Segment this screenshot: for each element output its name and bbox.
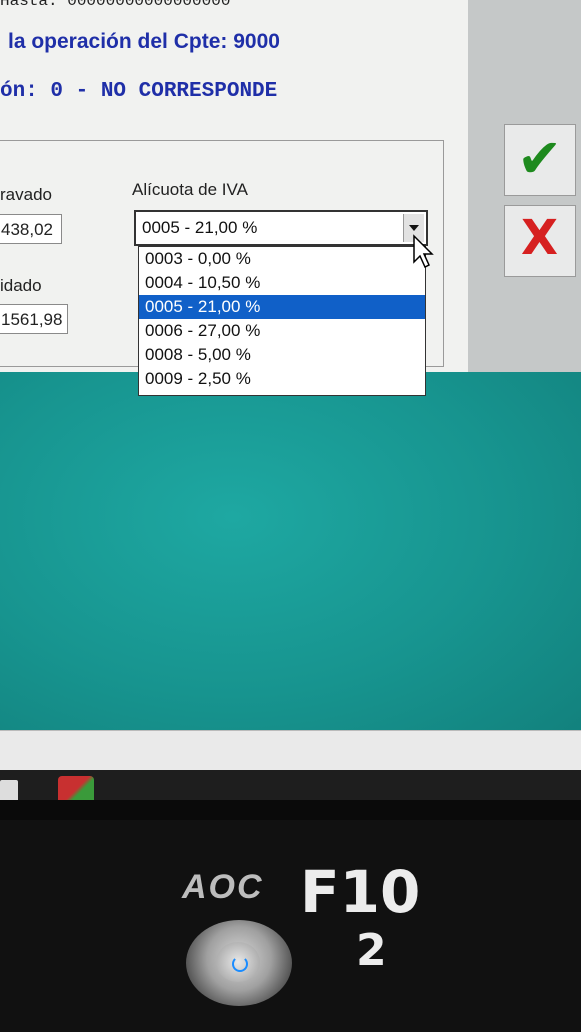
confirm-button[interactable]: ✔ bbox=[504, 124, 576, 196]
chevron-down-icon bbox=[409, 225, 419, 231]
handwritten-sticker-f10: F10 bbox=[300, 858, 421, 926]
iva-rate-select[interactable]: 0005 - 21,00 % bbox=[134, 210, 428, 246]
iva-option-highlighted[interactable]: 0005 - 21,00 % bbox=[139, 295, 425, 319]
monitor-brand-logo: AOC bbox=[182, 868, 264, 906]
power-icon bbox=[232, 956, 248, 972]
monitor-screen: Hasta: 00000000000000000 la operación de… bbox=[0, 0, 581, 800]
iva-option[interactable]: 0008 - 5,00 % bbox=[139, 343, 425, 367]
checkmark-icon: ✔ bbox=[517, 127, 563, 190]
cancel-button[interactable]: X bbox=[504, 205, 576, 277]
monitor-bezel bbox=[0, 820, 581, 1032]
power-button[interactable] bbox=[186, 920, 292, 1006]
operation-message: la operación del Cpte: 9000 bbox=[8, 30, 280, 53]
desktop-background bbox=[0, 365, 581, 745]
taskbar bbox=[0, 770, 581, 800]
iva-rate-label: Alícuota de IVA bbox=[132, 180, 248, 199]
x-icon: X bbox=[521, 210, 559, 266]
iva-selected-value: 0005 - 21,00 % bbox=[142, 218, 258, 237]
gravado-field[interactable]: 438,02 bbox=[0, 214, 62, 244]
iva-option[interactable]: 0009 - 2,50 % bbox=[139, 367, 425, 391]
status-message: ón: 0 - NO CORRESPONDE bbox=[0, 80, 278, 103]
mouse-cursor-icon bbox=[413, 234, 434, 269]
iva-option[interactable]: 0003 - 0,00 % bbox=[139, 247, 425, 271]
iva-options-list[interactable]: 0003 - 0,00 % 0004 - 10,50 % 0005 - 21,0… bbox=[138, 246, 426, 396]
range-to-label: Hasta: 00000000000000000 bbox=[0, 0, 231, 10]
handwritten-sticker-2: 2 bbox=[356, 925, 387, 976]
calculator-icon[interactable] bbox=[0, 780, 18, 800]
liquidado-field[interactable]: 1561,98 bbox=[0, 304, 68, 334]
gravado-label: ravado bbox=[0, 185, 52, 204]
iva-option[interactable]: 0004 - 10,50 % bbox=[139, 271, 425, 295]
liquidado-label: idado bbox=[0, 276, 42, 295]
iva-option[interactable]: 0006 - 27,00 % bbox=[139, 319, 425, 343]
app-taskbar-icon[interactable] bbox=[58, 776, 94, 800]
